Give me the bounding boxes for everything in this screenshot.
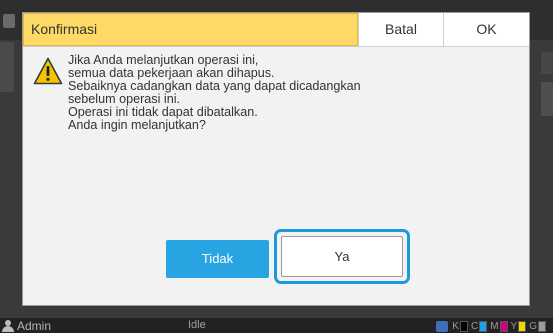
ink-m: M bbox=[490, 320, 508, 332]
ok-button[interactable]: OK bbox=[443, 13, 529, 46]
dialog-header: Konfirmasi Batal OK bbox=[23, 13, 529, 47]
user-name: Admin bbox=[17, 318, 52, 333]
background-right-scroll bbox=[541, 82, 553, 116]
cancel-button[interactable]: Batal bbox=[358, 13, 443, 46]
message-line: Anda ingin melanjutkan? bbox=[68, 118, 206, 132]
user-icon bbox=[2, 319, 14, 332]
ink-bar-k bbox=[459, 320, 468, 332]
status-bar: Admin Idle K C M Y G bbox=[0, 318, 553, 333]
ink-c: C bbox=[471, 320, 488, 332]
background-home-icon bbox=[3, 14, 15, 28]
ink-cartridge-icon bbox=[436, 320, 449, 332]
warning-triangle-icon bbox=[33, 57, 63, 85]
ink-bar-y bbox=[518, 320, 527, 332]
ink-bar-c bbox=[479, 320, 488, 332]
background-right-tab bbox=[541, 52, 553, 74]
ink-g: G bbox=[529, 320, 546, 332]
ink-y: Y bbox=[511, 320, 527, 332]
ink-k: K bbox=[452, 320, 468, 332]
dialog-title: Konfirmasi bbox=[23, 13, 358, 46]
no-button[interactable]: Tidak bbox=[166, 240, 269, 278]
background-left-panel bbox=[0, 42, 14, 92]
ink-bar-m bbox=[499, 320, 508, 332]
ink-levels: K C M Y G bbox=[436, 320, 549, 332]
ink-bar-g bbox=[538, 320, 546, 332]
confirmation-dialog: Konfirmasi Batal OK Jika Anda melanjutka… bbox=[22, 12, 530, 306]
dialog-message: Jika Anda melanjutkan operasi ini, semua… bbox=[68, 54, 488, 132]
status-user[interactable]: Admin bbox=[2, 318, 51, 333]
yes-button[interactable]: Ya bbox=[281, 236, 403, 277]
printer-status: Idle bbox=[188, 319, 206, 331]
